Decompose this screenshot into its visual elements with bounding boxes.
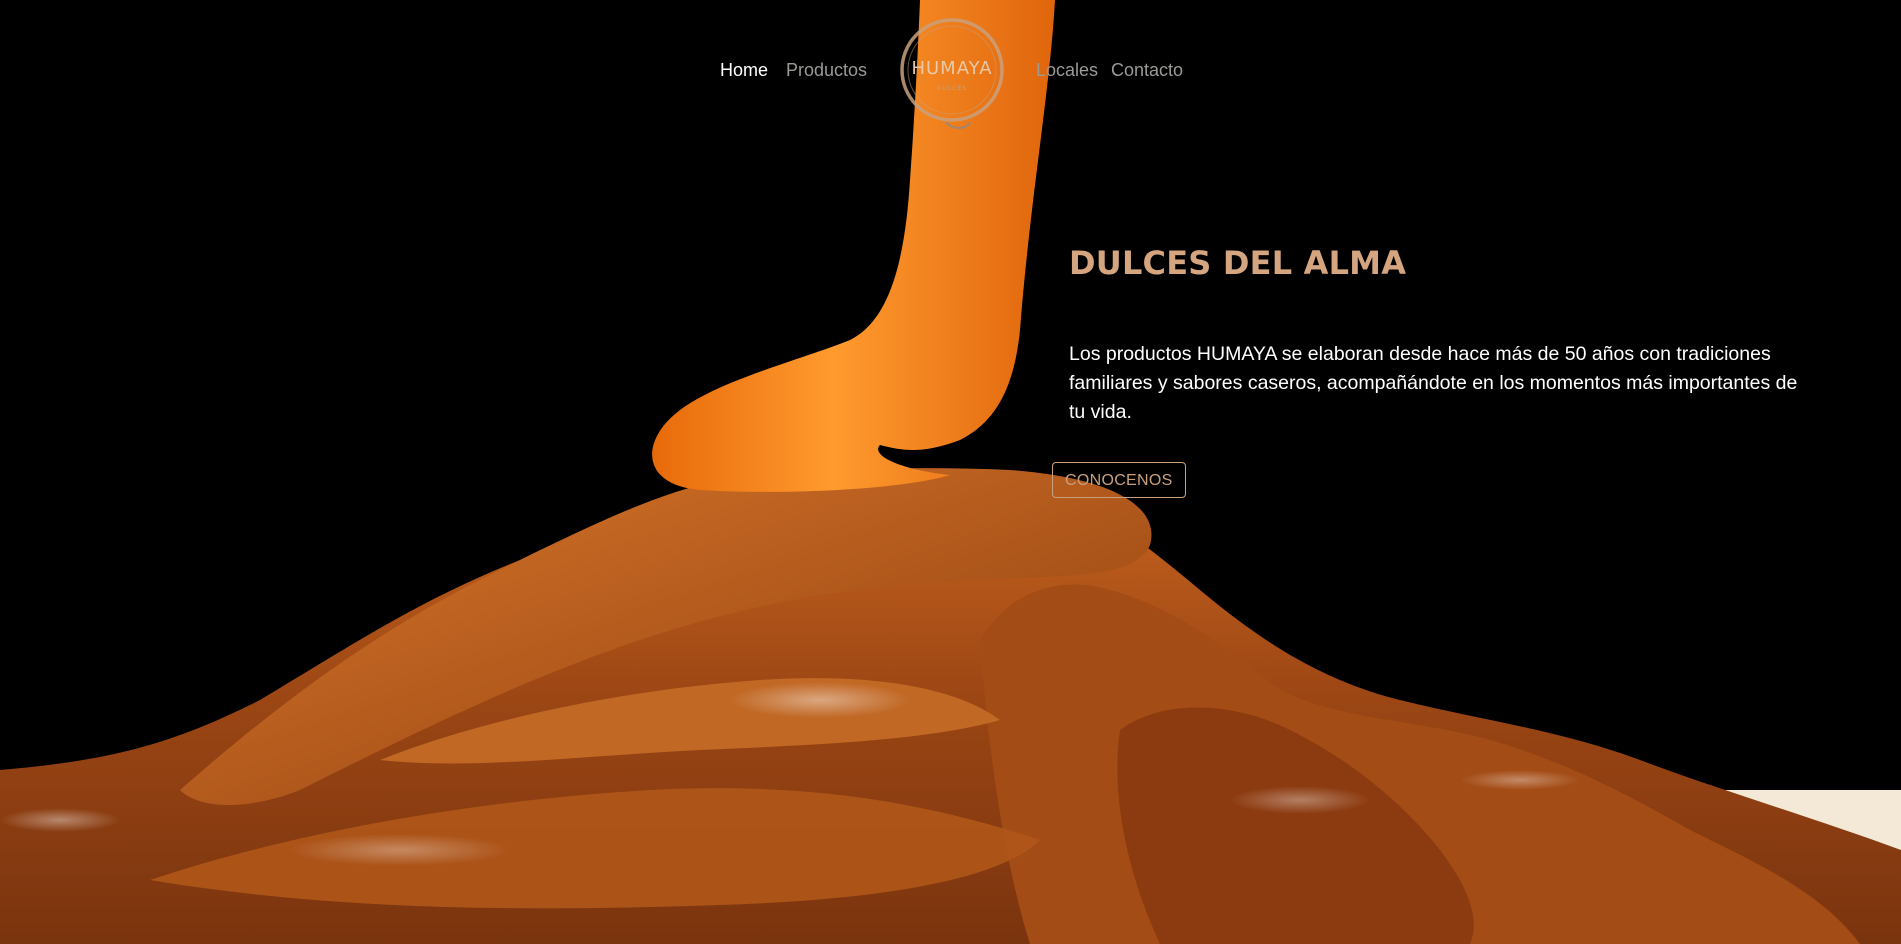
nav-link-home[interactable]: Home xyxy=(720,60,768,81)
caramel-hero-image xyxy=(0,0,1901,944)
conocenos-button[interactable]: CONOCENOS xyxy=(1052,462,1186,498)
nav-link-productos[interactable]: Productos xyxy=(786,60,867,81)
hero-section: Home Productos HUMAYA DULCES Locales Con… xyxy=(0,0,1901,944)
logo-brand: HUMAYA xyxy=(911,58,992,79)
main-navigation: Home Productos HUMAYA DULCES Locales Con… xyxy=(0,0,1901,140)
logo-tagline: DULCES xyxy=(937,85,967,92)
hero-description: Los productos HUMAYA se elaboran desde h… xyxy=(1069,343,1798,423)
nav-link-contacto[interactable]: Contacto xyxy=(1111,60,1183,81)
hero-title: DULCES DEL ALMA xyxy=(1069,244,1407,282)
humaya-logo[interactable]: HUMAYA DULCES xyxy=(896,12,1008,130)
nav-link-locales[interactable]: Locales xyxy=(1036,60,1098,81)
